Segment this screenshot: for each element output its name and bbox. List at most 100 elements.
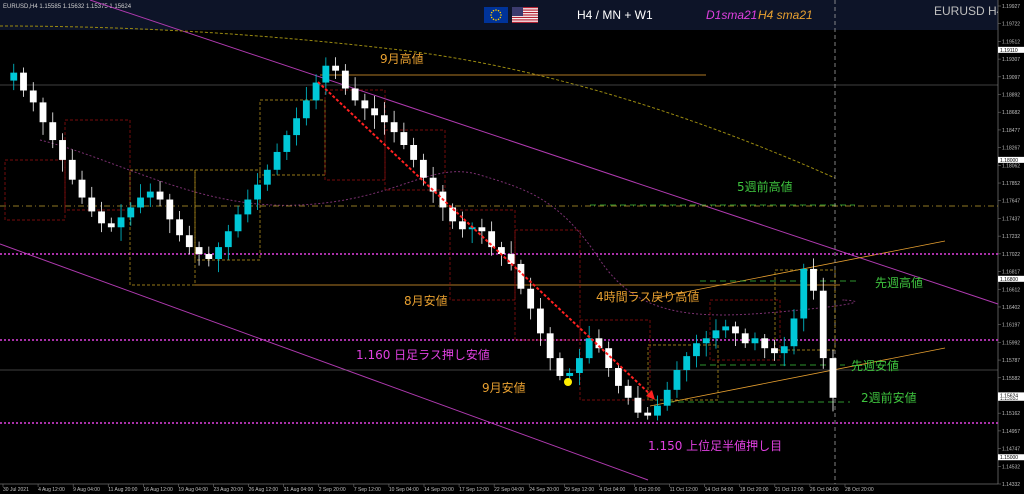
- candle-body: [527, 288, 535, 309]
- time-tick-label: 9 Aug 04:00: [73, 487, 100, 493]
- time-tick-label: 18 Oct 20:00: [740, 487, 769, 493]
- candle-body: [10, 72, 18, 81]
- eu-star: [497, 18, 500, 21]
- candle-body: [117, 217, 125, 228]
- candle-body: [244, 199, 252, 215]
- candle-body: [146, 191, 154, 198]
- candle-body: [59, 140, 66, 160]
- candle-body: [351, 88, 359, 101]
- candle-body: [780, 346, 788, 354]
- candle-body: [390, 122, 398, 133]
- candle-body: [497, 247, 505, 255]
- candle-body: [400, 132, 408, 146]
- price-tick-label: 1.16402: [1002, 305, 1020, 311]
- time-tick-label: 7 Sep 12:00: [354, 487, 381, 493]
- price-tick-label: 1.16612: [1002, 287, 1020, 293]
- price-tick-label: 1.14957: [1002, 429, 1020, 435]
- candle-body: [741, 333, 749, 344]
- candle-body: [751, 338, 759, 344]
- time-tick-label: 17 Sep 12:00: [459, 487, 489, 493]
- time-tick-label: 29 Sep 12:00: [564, 487, 594, 493]
- candle-body: [127, 207, 135, 218]
- time-tick-label: 28 Oct 20:00: [845, 487, 874, 493]
- candle-body: [380, 115, 388, 123]
- annotation-sep-low: 9月安値: [482, 380, 526, 395]
- price-marker-label: 1.16800: [1000, 277, 1018, 283]
- candle-body: [195, 247, 203, 255]
- time-tick-label: 2 Sep 20:00: [319, 487, 346, 493]
- candle-body: [790, 318, 798, 347]
- candle-body: [556, 358, 564, 376]
- time-tick-label: 24 Sep 20:00: [529, 487, 559, 493]
- price-tick-label: 1.18682: [1002, 110, 1020, 116]
- candle-body: [185, 235, 193, 248]
- candle-body: [273, 151, 281, 170]
- candle-body: [176, 219, 183, 236]
- price-tick-label: 1.15992: [1002, 340, 1020, 346]
- candle-body: [322, 65, 330, 83]
- eu-star: [490, 14, 492, 16]
- candle-body: [819, 290, 827, 359]
- price-marker-label: 1.19110: [1000, 48, 1018, 54]
- time-tick-label: 6 Oct 20:00: [635, 487, 661, 493]
- candle-body: [156, 191, 164, 200]
- price-tick-label: 1.14747: [1002, 447, 1020, 453]
- time-tick-label: 4 Oct 04:00: [599, 487, 625, 493]
- candle-body: [312, 82, 320, 101]
- us-stripe: [512, 16, 538, 19]
- eu-star: [499, 11, 502, 14]
- annotation-last-week-low: 先週安値: [851, 358, 899, 373]
- eu-flag-icon: [484, 7, 508, 23]
- candle-body: [478, 227, 486, 232]
- annotation-aug-low: 8月安値: [404, 293, 448, 308]
- price-tick-label: 1.17232: [1002, 234, 1020, 240]
- chart-background: [0, 0, 1024, 494]
- candle-body: [20, 72, 27, 91]
- candle-body: [293, 118, 301, 136]
- eu-star: [492, 9, 495, 12]
- price-tick-label: 1.17022: [1002, 252, 1020, 258]
- price-tick-label: 1.19512: [1002, 39, 1020, 45]
- d1-sma-label: D1sma21: [706, 8, 757, 22]
- candle-body: [722, 326, 730, 331]
- candle-body: [224, 231, 232, 248]
- candle-body: [576, 358, 583, 373]
- time-tick-label: 11 Aug 20:00: [108, 487, 137, 493]
- time-tick-label: 11 Oct 12:00: [670, 487, 698, 493]
- candle-body: [88, 197, 96, 212]
- candle-body: [68, 159, 76, 180]
- time-tick-label: 23 Aug 20:00: [214, 487, 244, 493]
- candle-body: [215, 247, 222, 259]
- price-tick-label: 1.14532: [1002, 464, 1020, 470]
- time-tick-label: 30 Jul 2021: [3, 487, 29, 493]
- candle-body: [546, 333, 554, 359]
- candle-body: [107, 223, 115, 228]
- time-tick-label: 21 Oct 12:00: [775, 487, 804, 493]
- us-stripe: [512, 19, 538, 21]
- candle-body: [332, 65, 340, 71]
- price-tick-label: 1.16817: [1002, 270, 1020, 276]
- price-tick-label: 1.17852: [1002, 181, 1020, 187]
- price-tick-label: 1.15582: [1002, 376, 1020, 382]
- time-tick-label: 4 Aug 12:00: [38, 487, 65, 493]
- annotation-five-week-high: 5週前高値: [737, 179, 793, 194]
- candle-body: [419, 159, 427, 178]
- candle-body: [49, 122, 57, 141]
- candle-body: [810, 268, 817, 291]
- annotation-higher-tf-support: 1.150 上位足半値押し目: [648, 438, 782, 453]
- annotation-daily-support: 1.160 日足ラス押し安値: [356, 347, 490, 362]
- candle-body: [615, 368, 622, 386]
- price-tick-label: 1.19722: [1002, 22, 1020, 28]
- yellow-marker: [564, 378, 572, 386]
- eu-star: [499, 16, 502, 19]
- price-tick-label: 1.17437: [1002, 216, 1020, 222]
- price-tick-label: 1.14332: [1002, 482, 1020, 488]
- timeframes-label: H4 / MN + W1: [577, 8, 653, 22]
- candle-body: [302, 100, 310, 119]
- eu-star: [497, 9, 500, 12]
- eu-star: [495, 9, 497, 11]
- candle-body: [341, 70, 349, 89]
- price-tick-label: 1.17647: [1002, 199, 1020, 205]
- candle-body: [205, 254, 213, 259]
- candle-body: [78, 179, 86, 198]
